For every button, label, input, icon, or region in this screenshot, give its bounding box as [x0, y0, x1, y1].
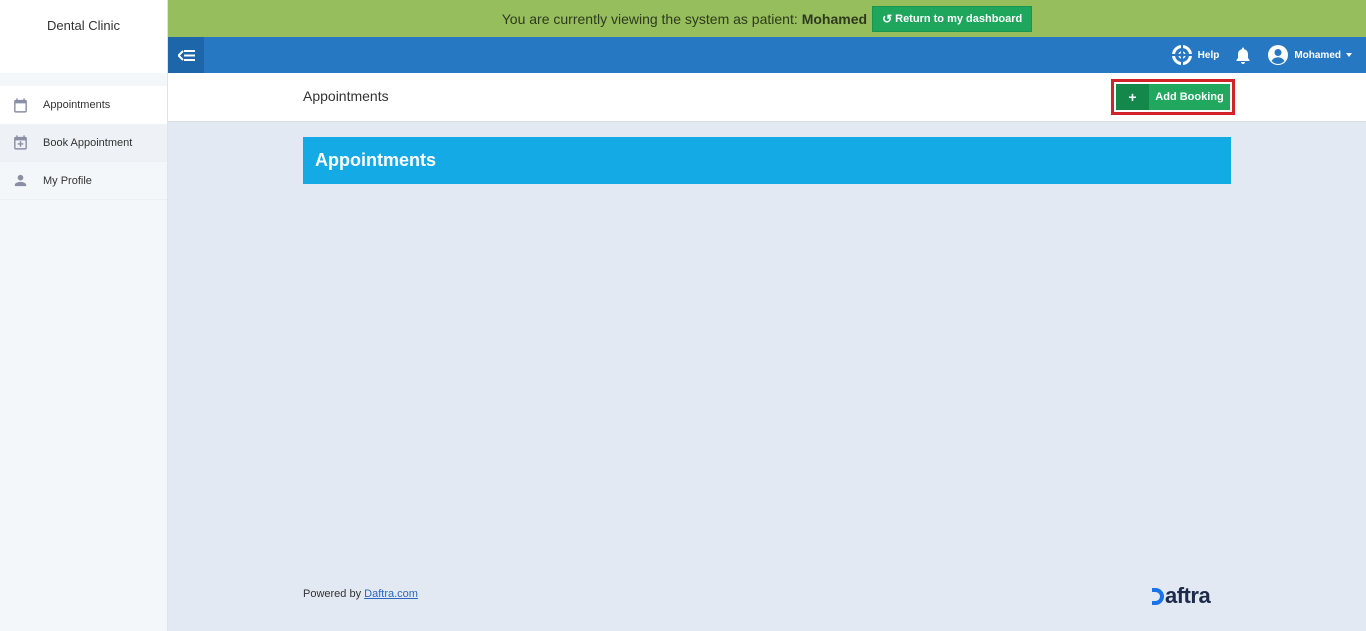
brand-name: Dental Clinic	[0, 0, 167, 73]
user-name: Mohamed	[1294, 49, 1341, 61]
top-bar: Help Mohamed	[168, 37, 1366, 73]
sidebar: Dental Clinic Appointments Book Appointm…	[0, 0, 168, 631]
collapse-menu-icon	[177, 49, 195, 61]
return-to-dashboard-button[interactable]: ↺ Return to my dashboard	[872, 5, 1033, 32]
add-booking-inner: + Add Booking	[1116, 84, 1230, 110]
appointments-panel-header: Appointments	[303, 137, 1231, 184]
page-title: Appointments	[303, 88, 389, 104]
lifebuoy-icon	[1171, 45, 1192, 65]
undo-icon: ↺	[882, 11, 893, 26]
daftra-logo-text: aftra	[1165, 583, 1211, 608]
patient-name: Mohamed	[801, 10, 868, 27]
footer: Powered by Daftra.com	[303, 588, 418, 600]
help-label: Help	[1197, 49, 1220, 61]
help-button[interactable]: Help	[1171, 45, 1220, 65]
sidebar-nav: Appointments Book Appointment My Profile	[0, 86, 167, 200]
sidebar-item-my-profile[interactable]: My Profile	[0, 162, 167, 200]
bell-icon	[1236, 47, 1250, 64]
powered-by-text: Powered by	[303, 588, 362, 600]
user-avatar-icon	[1268, 45, 1289, 65]
add-booking-button[interactable]: + Add Booking	[1111, 79, 1235, 115]
return-label: Return to my dashboard	[895, 12, 1023, 25]
impersonation-bar: You are currently viewing the system as …	[168, 0, 1366, 37]
daftra-logo-mark	[1152, 587, 1164, 605]
calendar-icon	[11, 96, 29, 114]
plus-icon: +	[1116, 84, 1149, 110]
person-icon	[11, 172, 29, 190]
top-bar-actions: Help Mohamed	[1171, 37, 1352, 73]
daftra-link[interactable]: Daftra.com	[364, 588, 418, 600]
sidebar-toggle-button[interactable]	[168, 37, 204, 73]
sidebar-item-label: Book Appointment	[43, 136, 133, 149]
user-menu[interactable]: Mohamed	[1268, 45, 1352, 65]
daftra-logo: aftra	[1152, 583, 1211, 609]
calendar-add-icon	[11, 134, 29, 152]
sidebar-item-appointments[interactable]: Appointments	[0, 86, 167, 124]
notifications-button[interactable]	[1235, 47, 1251, 64]
page-header: Appointments + Add Booking	[168, 73, 1366, 122]
sidebar-item-book-appointment[interactable]: Book Appointment	[0, 124, 167, 162]
sidebar-item-label: Appointments	[43, 99, 111, 111]
impersonation-message: You are currently viewing the system as …	[501, 10, 798, 27]
sidebar-item-label: My Profile	[43, 174, 92, 187]
add-booking-label: Add Booking	[1149, 84, 1230, 110]
chevron-down-icon	[1346, 53, 1352, 57]
